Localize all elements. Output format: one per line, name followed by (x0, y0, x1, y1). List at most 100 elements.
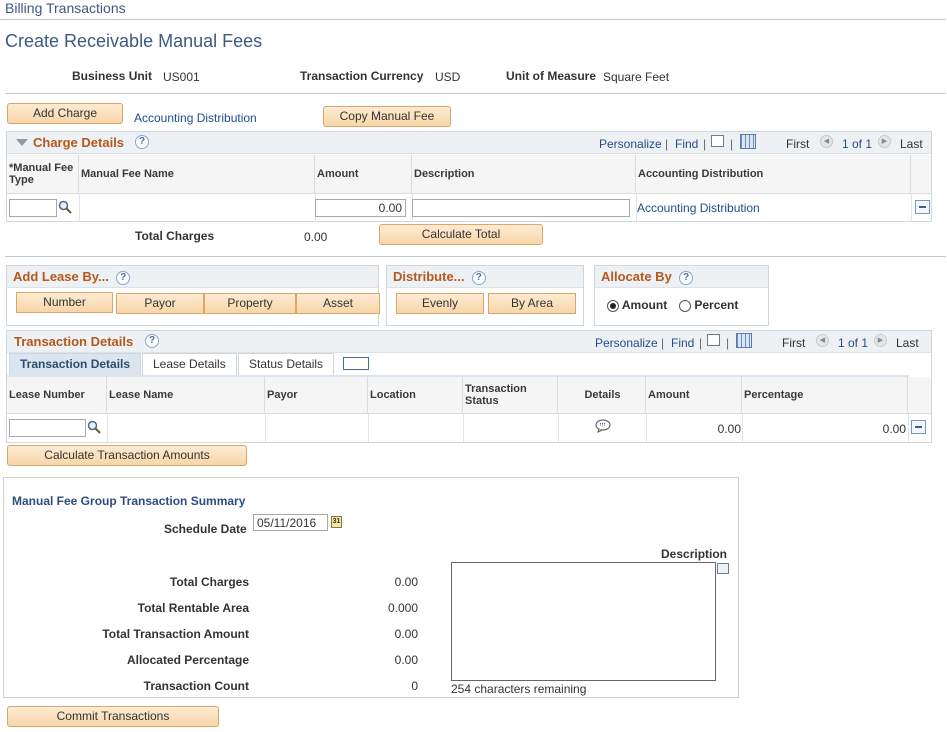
search-icon[interactable] (87, 420, 101, 434)
description-textarea[interactable] (451, 562, 716, 681)
divider (79, 194, 80, 222)
divider (558, 414, 559, 442)
asset-button[interactable]: Asset (296, 293, 380, 314)
col-lease-name: Lease Name (107, 377, 265, 413)
help-icon[interactable]: ? (471, 270, 486, 285)
total-charges-value: 0.00 (304, 230, 328, 244)
separator: | (726, 336, 730, 350)
col-manual-fee-type: *Manual Fee Type (7, 155, 79, 193)
total-charges-label: Total Charges (135, 229, 215, 243)
next-icon[interactable]: ▶ (874, 334, 887, 347)
find-link[interactable]: Find (671, 336, 694, 350)
comment-icon[interactable] (595, 419, 611, 433)
divider (7, 193, 931, 194)
transaction-details-title: Transaction Details (14, 334, 134, 349)
allocate-percent-option[interactable]: Percent (679, 298, 738, 312)
first-label: First (786, 137, 810, 151)
schedule-date-input[interactable] (253, 514, 328, 531)
description-input[interactable] (412, 199, 630, 217)
allocate-amount-option[interactable]: Amount (607, 298, 667, 312)
help-icon[interactable]: ? (135, 135, 149, 149)
summary-label: Total Transaction Amount (102, 627, 249, 641)
accounting-distribution-row-link[interactable]: Accounting Distribution (637, 201, 760, 215)
delete-row-button[interactable] (915, 200, 930, 214)
schedule-date-label: Schedule Date (164, 522, 247, 536)
transaction-summary-panel: Manual Fee Group Transaction Summary Sch… (3, 477, 739, 698)
evenly-button[interactable]: Evenly (396, 293, 484, 314)
currency-label: Transaction Currency (300, 69, 424, 83)
summary-label: Transaction Count (143, 679, 249, 693)
manual-fee-type-input[interactable] (9, 199, 57, 217)
delete-row-button[interactable] (911, 420, 926, 434)
page-indicator: 1 of 1 (842, 137, 873, 151)
calculate-transaction-amounts-button[interactable]: Calculate Transaction Amounts (7, 445, 247, 466)
divider (0, 19, 946, 20)
separator: | (699, 336, 703, 350)
amount-input[interactable] (315, 199, 406, 217)
personalize-link[interactable]: Personalize (595, 336, 658, 350)
col-payor: Payor (265, 377, 368, 413)
divider (5, 93, 946, 94)
divider (5, 256, 946, 257)
previous-icon[interactable]: ◀ (820, 135, 833, 148)
transaction-details-header: Transaction Details ? Personalize | Find… (7, 331, 931, 353)
search-icon[interactable] (58, 200, 72, 214)
payor-button[interactable]: Payor (116, 293, 204, 314)
lease-number-input[interactable] (9, 419, 86, 437)
col-description: Description (412, 155, 636, 193)
amount-radio-label: Amount (621, 298, 668, 312)
next-icon[interactable]: ▶ (878, 135, 891, 148)
allocate-by-header: Allocate By ? (595, 266, 768, 288)
download-icon[interactable] (740, 134, 756, 149)
page-title: Create Receivable Manual Fees (5, 31, 263, 51)
divider (463, 414, 464, 442)
summary-label: Allocated Percentage (126, 653, 249, 667)
business-unit-value: US001 (163, 70, 200, 84)
by-area-button[interactable]: By Area (488, 293, 576, 314)
help-icon[interactable]: ? (679, 270, 694, 285)
last-label: Last (896, 336, 919, 350)
distribute-header: Distribute... ? (387, 266, 583, 288)
tab-lease-details[interactable]: Lease Details (142, 353, 237, 375)
accounting-distribution-link[interactable]: Accounting Distribution (134, 111, 257, 125)
tab-status-details[interactable]: Status Details (238, 353, 335, 375)
allocate-by-title: Allocate By (601, 269, 672, 284)
property-button[interactable]: Property (204, 293, 296, 314)
commit-transactions-button[interactable]: Commit Transactions (7, 706, 219, 727)
tab-transaction-details[interactable]: Transaction Details (9, 353, 142, 375)
personalize-link[interactable]: Personalize (599, 137, 662, 151)
copy-manual-fee-button[interactable]: Copy Manual Fee (323, 106, 451, 127)
percent-radio[interactable] (679, 299, 691, 312)
collapse-icon[interactable] (16, 139, 28, 146)
previous-icon[interactable]: ◀ (816, 334, 829, 347)
view-all-icon[interactable] (707, 334, 720, 346)
download-icon[interactable] (736, 333, 752, 348)
find-link[interactable]: Find (675, 137, 698, 151)
add-lease-by-title: Add Lease By... (13, 269, 109, 284)
help-icon[interactable]: ? (145, 334, 159, 348)
summary-label: Total Charges (169, 575, 249, 589)
col-amount: Amount (646, 377, 742, 413)
summary-value: 0.00 (394, 575, 418, 589)
show-all-columns-icon[interactable] (343, 357, 369, 370)
breadcrumb: Billing Transactions (5, 0, 126, 16)
divider (911, 194, 912, 222)
description-label: Description (661, 547, 728, 561)
chars-remaining: 254 characters remaining (451, 682, 587, 696)
view-all-icon[interactable] (711, 135, 724, 147)
expand-icon[interactable] (717, 563, 729, 574)
divider (908, 414, 909, 442)
divider (7, 413, 931, 414)
help-icon[interactable]: ? (116, 270, 131, 285)
number-button[interactable]: Number (16, 292, 113, 313)
col-transaction-status: Transaction Status (463, 377, 558, 413)
separator: | (730, 137, 734, 151)
calculate-total-button[interactable]: Calculate Total (379, 224, 543, 245)
amount-radio[interactable] (607, 299, 619, 312)
summary-title: Manual Fee Group Transaction Summary (12, 494, 246, 508)
col-manual-fee-name: Manual Fee Name (79, 155, 315, 193)
calendar-icon[interactable]: 31 (331, 516, 342, 528)
divider (265, 414, 266, 442)
add-charge-button[interactable]: Add Charge (7, 103, 123, 124)
divider (368, 414, 369, 442)
